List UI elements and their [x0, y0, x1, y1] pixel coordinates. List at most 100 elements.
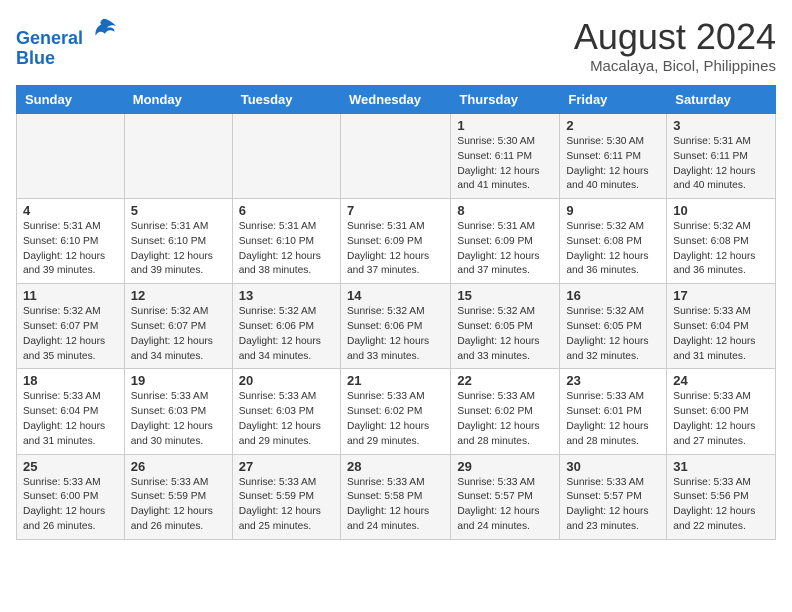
- calendar-cell: 28 Sunrise: 5:33 AMSunset: 5:58 PMDayligh…: [340, 454, 450, 539]
- day-number: 2: [566, 118, 660, 133]
- day-info: Sunrise: 5:33 AMSunset: 6:04 PMDaylight:…: [673, 305, 769, 364]
- day-header-saturday: Saturday: [667, 86, 776, 114]
- day-info: Sunrise: 5:32 AMSunset: 6:08 PMDaylight:…: [673, 220, 769, 279]
- day-number: 24: [673, 373, 769, 388]
- calendar-cell: 25Sunrise: 5:33 AMSunset: 6:00 PMDayligh…: [17, 454, 125, 539]
- day-number: 5: [131, 203, 226, 218]
- day-info: Sunrise: 5:32 AMSunset: 6:08 PMDaylight:…: [566, 220, 660, 279]
- day-number: 16: [566, 288, 660, 303]
- day-info: Sunrise: 5:33 AMSunset: 5:59 PMDaylight:…: [131, 476, 226, 535]
- calendar-week-row: 25Sunrise: 5:33 AMSunset: 6:00 PMDayligh…: [17, 454, 776, 539]
- day-number: 26: [131, 459, 226, 474]
- day-info: Sunrise: 5:33 AMSunset: 5:58 PMDaylight:…: [347, 476, 444, 535]
- page-header: General Blue August 2024 Macalaya, Bicol…: [16, 16, 776, 75]
- day-info: Sunrise: 5:33 AMSunset: 5:59 PMDaylight:…: [239, 476, 334, 535]
- logo-bird-icon: [90, 16, 118, 44]
- day-info: Sunrise: 5:31 AMSunset: 6:10 PMDaylight:…: [131, 220, 226, 279]
- calendar-cell: 29 Sunrise: 5:33 AMSunset: 5:57 PMDayligh…: [451, 454, 560, 539]
- calendar-cell: 27 Sunrise: 5:33 AMSunset: 5:59 PMDayligh…: [232, 454, 340, 539]
- calendar-cell: 21Sunrise: 5:33 AMSunset: 6:02 PMDayligh…: [340, 369, 450, 454]
- day-info: Sunrise: 5:32 AMSunset: 6:07 PMDaylight:…: [131, 305, 226, 364]
- calendar-week-row: 1 Sunrise: 5:30 AMSunset: 6:11 PMDaylight…: [17, 114, 776, 199]
- day-number: 28: [347, 459, 444, 474]
- day-info: Sunrise: 5:33 AMSunset: 6:03 PMDaylight:…: [131, 390, 226, 449]
- calendar-cell: 5 Sunrise: 5:31 AMSunset: 6:10 PMDaylight…: [124, 199, 232, 284]
- day-number: 10: [673, 203, 769, 218]
- calendar-cell: 10 Sunrise: 5:32 AMSunset: 6:08 PMDayligh…: [667, 199, 776, 284]
- day-info: Sunrise: 5:33 AMSunset: 6:03 PMDaylight:…: [239, 390, 334, 449]
- day-info: Sunrise: 5:33 AMSunset: 5:57 PMDaylight:…: [566, 476, 660, 535]
- calendar-cell: 12 Sunrise: 5:32 AMSunset: 6:07 PMDayligh…: [124, 284, 232, 369]
- calendar-cell: 16 Sunrise: 5:32 AMSunset: 6:05 PMDayligh…: [560, 284, 667, 369]
- day-info: Sunrise: 5:32 AMSunset: 6:06 PMDaylight:…: [239, 305, 334, 364]
- calendar-week-row: 11Sunrise: 5:32 AMSunset: 6:07 PMDayligh…: [17, 284, 776, 369]
- calendar-cell: [232, 114, 340, 199]
- day-info: Sunrise: 5:31 AMSunset: 6:09 PMDaylight:…: [347, 220, 444, 279]
- day-number: 25: [23, 459, 118, 474]
- calendar-cell: 4Sunrise: 5:31 AMSunset: 6:10 PMDaylight…: [17, 199, 125, 284]
- day-header-monday: Monday: [124, 86, 232, 114]
- day-number: 20: [239, 373, 334, 388]
- calendar-week-row: 4Sunrise: 5:31 AMSunset: 6:10 PMDaylight…: [17, 199, 776, 284]
- calendar-cell: 26 Sunrise: 5:33 AMSunset: 5:59 PMDayligh…: [124, 454, 232, 539]
- calendar-cell: 11Sunrise: 5:32 AMSunset: 6:07 PMDayligh…: [17, 284, 125, 369]
- day-number: 14: [347, 288, 444, 303]
- day-number: 9: [566, 203, 660, 218]
- calendar-cell: 18Sunrise: 5:33 AMSunset: 6:04 PMDayligh…: [17, 369, 125, 454]
- calendar-cell: 15Sunrise: 5:32 AMSunset: 6:05 PMDayligh…: [451, 284, 560, 369]
- day-header-thursday: Thursday: [451, 86, 560, 114]
- day-info: Sunrise: 5:32 AMSunset: 6:07 PMDaylight:…: [23, 305, 118, 364]
- calendar-cell: 7 Sunrise: 5:31 AMSunset: 6:09 PMDaylight…: [340, 199, 450, 284]
- calendar-header-row: SundayMondayTuesdayWednesdayThursdayFrid…: [17, 86, 776, 114]
- calendar-cell: 22Sunrise: 5:33 AMSunset: 6:02 PMDayligh…: [451, 369, 560, 454]
- calendar-cell: [17, 114, 125, 199]
- day-header-sunday: Sunday: [17, 86, 125, 114]
- calendar-cell: [124, 114, 232, 199]
- day-header-friday: Friday: [560, 86, 667, 114]
- day-info: Sunrise: 5:31 AMSunset: 6:09 PMDaylight:…: [457, 220, 553, 279]
- day-number: 6: [239, 203, 334, 218]
- day-number: 8: [457, 203, 553, 218]
- day-number: 22: [457, 373, 553, 388]
- calendar-cell: 19Sunrise: 5:33 AMSunset: 6:03 PMDayligh…: [124, 369, 232, 454]
- day-number: 23: [566, 373, 660, 388]
- logo-blue: Blue: [16, 48, 55, 68]
- day-header-wednesday: Wednesday: [340, 86, 450, 114]
- day-number: 1: [457, 118, 553, 133]
- calendar-cell: 14Sunrise: 5:32 AMSunset: 6:06 PMDayligh…: [340, 284, 450, 369]
- month-title: August 2024: [574, 16, 776, 58]
- logo: General Blue: [16, 16, 118, 69]
- calendar-cell: 23 Sunrise: 5:33 AMSunset: 6:01 PMDayligh…: [560, 369, 667, 454]
- day-info: Sunrise: 5:31 AMSunset: 6:10 PMDaylight:…: [239, 220, 334, 279]
- day-number: 13: [239, 288, 334, 303]
- day-info: Sunrise: 5:33 AMSunset: 6:04 PMDaylight:…: [23, 390, 118, 449]
- day-number: 3: [673, 118, 769, 133]
- calendar-cell: 1Sunrise: 5:30 AMSunset: 6:11 PMDaylight…: [451, 114, 560, 199]
- day-info: Sunrise: 5:33 AMSunset: 6:00 PMDaylight:…: [673, 390, 769, 449]
- day-info: Sunrise: 5:30 AMSunset: 6:11 PMDaylight:…: [566, 135, 660, 194]
- location-subtitle: Macalaya, Bicol, Philippines: [574, 58, 776, 75]
- calendar-cell: 6 Sunrise: 5:31 AMSunset: 6:10 PMDaylight…: [232, 199, 340, 284]
- day-info: Sunrise: 5:32 AMSunset: 6:05 PMDaylight:…: [457, 305, 553, 364]
- day-info: Sunrise: 5:33 AMSunset: 6:01 PMDaylight:…: [566, 390, 660, 449]
- day-number: 30: [566, 459, 660, 474]
- day-number: 31: [673, 459, 769, 474]
- day-number: 29: [457, 459, 553, 474]
- day-number: 27: [239, 459, 334, 474]
- day-number: 7: [347, 203, 444, 218]
- calendar-cell: 8 Sunrise: 5:31 AMSunset: 6:09 PMDaylight…: [451, 199, 560, 284]
- day-header-tuesday: Tuesday: [232, 86, 340, 114]
- calendar-cell: 13 Sunrise: 5:32 AMSunset: 6:06 PMDayligh…: [232, 284, 340, 369]
- day-number: 12: [131, 288, 226, 303]
- calendar-cell: 30 Sunrise: 5:33 AMSunset: 5:57 PMDayligh…: [560, 454, 667, 539]
- calendar-cell: 3Sunrise: 5:31 AMSunset: 6:11 PMDaylight…: [667, 114, 776, 199]
- day-number: 17: [673, 288, 769, 303]
- calendar-cell: 9 Sunrise: 5:32 AMSunset: 6:08 PMDaylight…: [560, 199, 667, 284]
- calendar-cell: [340, 114, 450, 199]
- calendar-cell: 17 Sunrise: 5:33 AMSunset: 6:04 PMDayligh…: [667, 284, 776, 369]
- title-block: August 2024 Macalaya, Bicol, Philippines: [574, 16, 776, 75]
- day-info: Sunrise: 5:32 AMSunset: 6:05 PMDaylight:…: [566, 305, 660, 364]
- calendar-table: SundayMondayTuesdayWednesdayThursdayFrid…: [16, 85, 776, 540]
- day-info: Sunrise: 5:33 AMSunset: 5:57 PMDaylight:…: [457, 476, 553, 535]
- calendar-cell: 24 Sunrise: 5:33 AMSunset: 6:00 PMDayligh…: [667, 369, 776, 454]
